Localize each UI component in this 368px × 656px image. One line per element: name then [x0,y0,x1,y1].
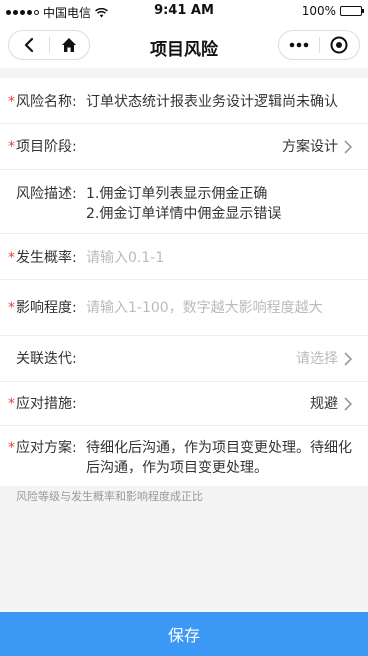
more-button[interactable] [279,31,319,59]
status-bar: 中国电信 9:41 AM 100% [0,0,368,22]
description-line: 1.佣金订单列表显示佣金正确 [86,186,268,202]
back-icon [24,37,33,53]
home-button[interactable] [50,31,90,59]
chevron-right-icon [344,137,354,157]
risk-description-value[interactable]: 1.佣金订单列表显示佣金正确 2.佣金订单详情中佣金显示错误 [86,184,354,224]
row-response-plan[interactable]: * 应对方案: 待细化后沟通，作为项目变更处理。待细化后沟通，作为项目变更处理。 [0,426,368,486]
back-button[interactable] [9,31,49,59]
probability-label: 发生概率: [16,250,77,266]
close-button[interactable] [320,31,360,59]
required-mark: * [8,396,15,412]
required-mark: * [8,440,15,456]
response-plan-value[interactable]: 待细化后沟通，作为项目变更处理。待细化后沟通，作为项目变更处理。 [86,438,352,478]
project-stage-label: 项目阶段: [16,139,77,155]
related-iteration-label: 关联迭代: [16,351,77,367]
battery-percent: 100% [301,4,336,18]
required-mark: * [8,94,15,110]
row-project-stage[interactable]: * 项目阶段: 方案设计 [0,124,368,170]
nav-bar: 项目风险 [0,22,368,68]
required-mark: * [8,139,15,155]
row-related-iteration[interactable]: 关联迭代: 请选择 [0,336,368,382]
probability-input[interactable]: 请输入0.1-1 [86,248,354,268]
nav-capsule-left [8,30,90,60]
risk-form: * 风险名称: 订单状态统计报表业务设计逻辑尚未确认 * 项目阶段: 方案设计 … [0,78,368,486]
hint-text: 风险等级与发生概率和影响程度成正比 [16,490,203,503]
nav-capsule-right [278,30,360,60]
project-stage-value[interactable]: 方案设计 [86,137,344,157]
risk-name-label: 风险名称: [16,94,77,110]
home-icon [62,38,77,52]
impact-label: 影响程度: [16,300,77,316]
related-iteration-select[interactable]: 请选择 [86,349,344,369]
risk-description-label: 风险描述: [16,186,77,202]
required-mark: * [8,250,15,266]
response-measure-value[interactable]: 规避 [86,394,344,414]
description-line: 2.佣金订单详情中佣金显示错误 [86,206,282,222]
row-risk-name[interactable]: * 风险名称: 订单状态统计报表业务设计逻辑尚未确认 [0,78,368,124]
chevron-right-icon [344,394,354,414]
row-response-measure[interactable]: * 应对措施: 规避 [0,382,368,426]
target-icon [330,36,348,54]
required-mark: * [8,300,15,316]
more-icon [289,42,309,48]
response-measure-label: 应对措施: [16,396,77,412]
response-plan-label: 应对方案: [16,440,77,456]
risk-name-value[interactable]: 订单状态统计报表业务设计逻辑尚未确认 [86,92,354,112]
save-button[interactable]: 保存 [0,612,368,656]
row-impact[interactable]: * 影响程度: 请输入1-100，数字越大影响程度越大 [0,280,368,336]
row-probability[interactable]: * 发生概率: 请输入0.1-1 [0,234,368,280]
row-risk-description[interactable]: 风险描述: 1.佣金订单列表显示佣金正确 2.佣金订单详情中佣金显示错误 [0,170,368,234]
impact-input[interactable]: 请输入1-100，数字越大影响程度越大 [86,298,354,318]
chevron-right-icon [344,349,354,369]
status-right: 100% [301,4,364,18]
battery-icon [340,6,364,16]
